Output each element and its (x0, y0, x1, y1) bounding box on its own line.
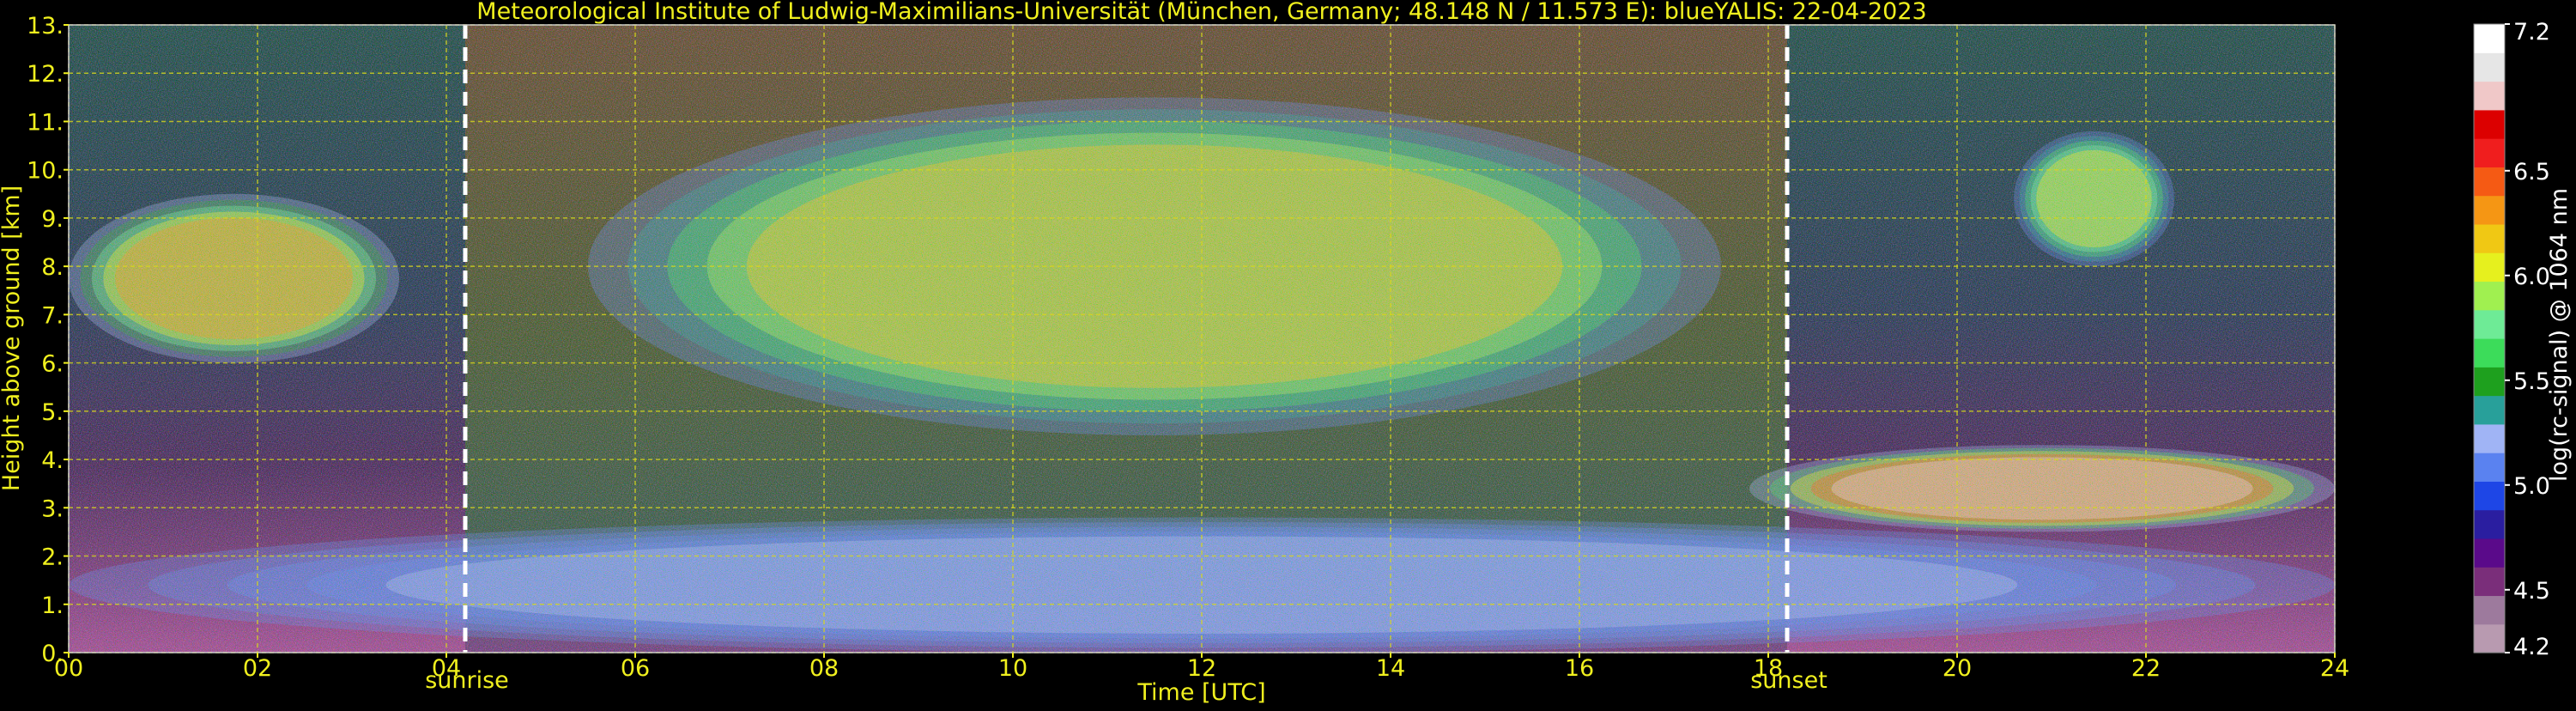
y-tick-label: 2. (41, 544, 64, 571)
colorbar: 4.2 4.5 5.0 5.5 6.0 6.5 7.2 (2473, 19, 2550, 660)
y-tick-label: 9. (41, 206, 64, 233)
x-tick-label: 04 (432, 655, 461, 682)
colorbar-tick-label: 7.2 (2513, 19, 2550, 46)
colorbar-segment (2474, 481, 2505, 511)
colorbar-segment (2474, 195, 2505, 225)
y-tick-label: 5. (41, 399, 64, 426)
y-tick-label: 8. (41, 254, 64, 281)
x-tick-label: 08 (809, 655, 839, 682)
colorbar-segment (2474, 252, 2505, 283)
y-tick-label: 4. (41, 447, 64, 474)
colorbar-segment (2474, 509, 2505, 539)
colorbar-segment (2474, 395, 2505, 425)
colorbar-segment (2474, 623, 2505, 653)
colorbar-segment (2474, 595, 2505, 625)
x-tick-label: 20 (1943, 655, 1972, 682)
colorbar-tick-label: 6.0 (2513, 264, 2550, 290)
colorbar-segment (2474, 423, 2505, 453)
y-tick-label: 0. (41, 641, 64, 667)
chart-title: Meteorological Institute of Ludwig-Maxim… (476, 0, 1926, 25)
y-tick-label: 12. (27, 61, 64, 88)
y-tick-label: 3. (41, 495, 64, 522)
x-tick-label: 02 (243, 655, 272, 682)
y-tick-label: 1. (41, 592, 64, 619)
colorbar-segment (2474, 81, 2505, 111)
colorbar-tick-label: 4.2 (2513, 634, 2550, 660)
x-axis-label: Time [UTC] (1136, 679, 1265, 706)
x-tick-label: 18 (1754, 655, 1783, 682)
x-tick-label: 06 (621, 655, 650, 682)
colorbar-segment (2474, 309, 2505, 339)
colorbar-segment (2474, 281, 2505, 311)
colorbar-segment (2474, 223, 2505, 253)
x-tick-label: 14 (1376, 655, 1405, 682)
y-tick-label: 6. (41, 351, 64, 378)
lidar-heatmap-chart: sunrise sunset 00 02 04 06 08 10 12 14 16 18 20 22 24… (0, 0, 2573, 706)
colorbar-segment (2474, 167, 2505, 197)
colorbar-segment (2474, 24, 2505, 53)
x-tick-label: 22 (2131, 655, 2161, 682)
colorbar-tick-label: 4.5 (2513, 578, 2550, 605)
colorbar-segment (2474, 338, 2505, 368)
colorbar-segment (2474, 453, 2505, 482)
colorbar-segment (2474, 138, 2505, 167)
colorbar-segment (2474, 367, 2505, 397)
x-tick-label: 12 (1187, 655, 1216, 682)
y-tick-label: 13. (27, 13, 64, 40)
colorbar-label: log(rc-signal) @ 1064 nm (2546, 188, 2573, 482)
colorbar-segment (2474, 109, 2505, 139)
colorbar-tick-label: 5.5 (2513, 368, 2550, 395)
y-axis-label: Height above ground [km] (0, 185, 25, 491)
y-tick-label: 10. (27, 158, 64, 185)
colorbar-tick-label: 5.0 (2513, 473, 2550, 500)
y-tick-label: 7. (41, 302, 64, 329)
x-tick-label: 10 (998, 655, 1027, 682)
x-tick-label: 24 (2320, 655, 2349, 682)
x-tick-label: 16 (1565, 655, 1594, 682)
colorbar-segment (2474, 567, 2505, 597)
colorbar-tick-label: 6.5 (2513, 159, 2550, 185)
y-tick-label: 11. (27, 109, 64, 136)
colorbar-segment (2474, 52, 2505, 82)
lidar-quicklook: sunrise sunset 00 02 04 06 08 10 12 14 16 18 20 22 24… (0, 0, 2576, 708)
colorbar-segment (2474, 538, 2505, 568)
